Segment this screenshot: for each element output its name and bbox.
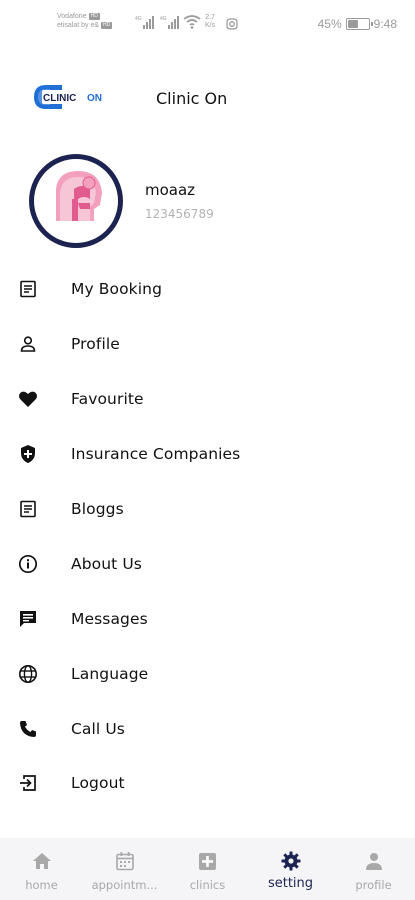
clinic-on-logo: CLINIC ON xyxy=(34,85,102,109)
menu-item-insurance-companies[interactable]: Insurance Companies xyxy=(0,427,415,482)
clinic-plus-icon xyxy=(197,850,219,872)
menu-item-about-us[interactable]: About Us xyxy=(0,536,415,591)
net-speed-value: 2.7 xyxy=(205,14,215,21)
carrier-2-badge: HD xyxy=(101,21,113,29)
nav-clinics[interactable]: clinics xyxy=(166,838,249,900)
menu-item-bloggs[interactable]: Bloggs xyxy=(0,482,415,537)
app-title: Clinic On xyxy=(156,89,228,108)
nav-label: setting xyxy=(267,876,314,891)
menu-label: About Us xyxy=(71,554,142,573)
battery-icon xyxy=(345,18,373,30)
network-speed: 2.7 K/s xyxy=(205,14,215,30)
status-right: 45% 9:48 xyxy=(318,17,397,31)
heart-icon xyxy=(17,388,39,410)
carrier-1: Vodafone xyxy=(57,13,87,20)
menu-item-logout[interactable]: Logout xyxy=(0,756,415,811)
net-speed-unit: K/s xyxy=(205,22,216,29)
nav-label: appointm... xyxy=(91,878,158,892)
calendar-icon xyxy=(114,850,136,872)
gear-icon xyxy=(280,850,302,872)
menu-label: Language xyxy=(71,664,149,683)
nav-home[interactable]: home xyxy=(0,838,83,900)
wifi-icon xyxy=(183,15,201,29)
head-anatomy-icon xyxy=(56,171,102,221)
logout-icon xyxy=(17,772,39,794)
person-icon xyxy=(363,850,385,872)
menu-item-my-booking[interactable]: My Booking xyxy=(0,262,415,317)
menu-item-call-us[interactable]: Call Us xyxy=(0,701,415,756)
menu-item-favourite[interactable]: Favourite xyxy=(0,372,415,427)
settings-menu: My Booking Profile Favourite Insurance C… xyxy=(0,262,415,811)
nav-label: clinics xyxy=(189,878,226,892)
info-icon xyxy=(17,553,39,575)
svg-text:4G: 4G xyxy=(135,16,142,22)
menu-item-messages[interactable]: Messages xyxy=(0,591,415,646)
menu-label: Messages xyxy=(71,609,148,628)
message-icon xyxy=(17,608,39,630)
menu-label: Logout xyxy=(71,774,125,793)
menu-item-language[interactable]: Language xyxy=(0,646,415,701)
shield-plus-icon xyxy=(17,443,39,465)
article-icon xyxy=(17,498,39,520)
menu-label: My Booking xyxy=(71,280,163,299)
menu-label: Favourite xyxy=(71,390,144,409)
menu-label: Profile xyxy=(71,335,120,354)
menu-label: Bloggs xyxy=(71,500,124,518)
nav-setting[interactable]: setting xyxy=(249,838,332,900)
logo-text-clinic: CLINIC xyxy=(43,93,76,104)
booking-list-icon xyxy=(17,278,39,300)
carrier-info: Vodafone HD etisalat by e& HD xyxy=(57,12,113,30)
menu-label: Call Us xyxy=(71,719,125,738)
nav-label: profile xyxy=(355,878,392,892)
globe-icon xyxy=(17,663,39,685)
nav-appointments[interactable]: appointm... xyxy=(83,838,166,900)
phone-icon xyxy=(17,718,39,740)
nav-label: home xyxy=(25,878,58,892)
home-icon xyxy=(31,850,53,872)
menu-item-profile[interactable]: Profile xyxy=(0,317,415,372)
signal-2-icon: 4G xyxy=(160,16,179,29)
user-id: 123456789 xyxy=(145,207,214,221)
nav-profile[interactable]: profile xyxy=(332,838,415,900)
user-name: moaaz xyxy=(145,181,196,199)
person-icon xyxy=(17,333,39,355)
status-bar: Vodafone HD etisalat by e& HD 4G 4G 2.7 K/… xyxy=(0,0,415,44)
avatar[interactable] xyxy=(29,154,123,248)
signal-1-icon: 4G xyxy=(135,16,154,29)
carrier-2: etisalat by e& xyxy=(57,22,100,29)
instagram-icon xyxy=(226,18,238,30)
bottom-navigation: home appointm... clinics setting profile xyxy=(0,838,415,900)
battery-percent: 45% xyxy=(317,17,342,31)
menu-label: Insurance Companies xyxy=(71,445,241,464)
svg-text:4G: 4G xyxy=(160,16,167,22)
carrier-1-badge: HD xyxy=(88,12,100,20)
logo-text-on: ON xyxy=(87,93,102,104)
clock: 9:48 xyxy=(373,17,397,31)
